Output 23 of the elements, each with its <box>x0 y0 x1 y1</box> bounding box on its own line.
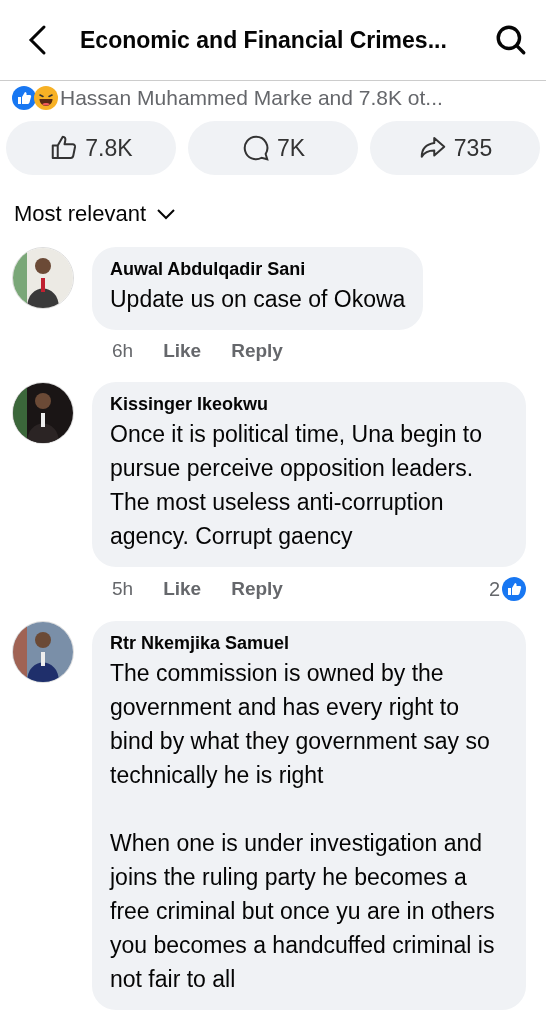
comment-author[interactable]: Rtr Nkemjika Samuel <box>110 633 508 654</box>
page-title: Economic and Financial Crimes... <box>79 26 448 54</box>
comment-author[interactable]: Kissinger Ikeokwu <box>110 394 508 415</box>
laughing-emoji-icon <box>34 86 58 110</box>
comment-time: 5h <box>112 578 134 600</box>
like-count-button[interactable]: 7.8K <box>6 121 176 175</box>
comment-time: 6h <box>112 340 134 362</box>
comment-text: The commission is owned by the government and has every right to bind by what they government say so technically he is right When one is under investigation and joins the ruling party he becomes a free criminal but once yu are in others you becomes a handcuffed criminal is not fair to all <box>110 659 496 994</box>
share-count-button[interactable]: 735 <box>370 121 540 175</box>
reply-link[interactable]: Reply <box>231 340 283 362</box>
like-reaction-icon <box>12 86 36 110</box>
chevron-down-icon <box>156 208 177 220</box>
comment-author[interactable]: Auwal Abdulqadir Sani <box>110 259 406 280</box>
like-reaction-icon <box>502 577 526 601</box>
comment-count-button[interactable]: 7K <box>188 121 358 175</box>
like-link[interactable]: Like <box>163 340 202 362</box>
sort-dropdown[interactable]: Most relevant <box>14 201 177 227</box>
comment-text: Once it is political time, Una begin to pursue perceive opposition leaders. The most useless anti-corruption agency. Corrupt gaency <box>110 420 483 551</box>
reaction-count: 2 <box>488 577 500 601</box>
like-link[interactable]: Like <box>163 578 202 600</box>
comment-text: Update us on case of Okowa <box>110 285 406 314</box>
reply-link[interactable]: Reply <box>231 578 283 600</box>
reactions-summary[interactable]: Hassan Muhammed Marke and 7.8K ot... <box>60 86 443 110</box>
